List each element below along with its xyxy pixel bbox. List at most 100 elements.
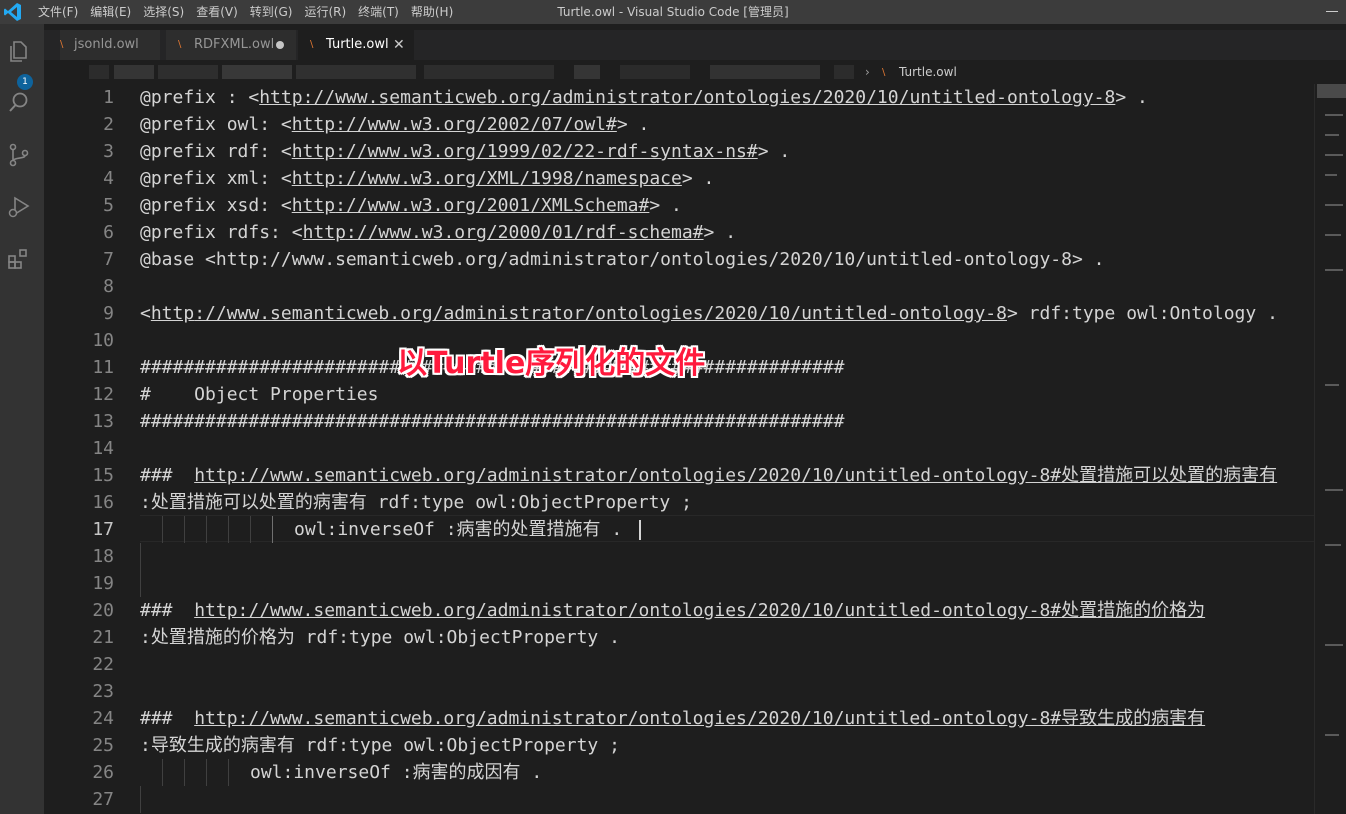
code-text: :处置措施可以处置的病害有 rdf:type owl:ObjectPropert… xyxy=(140,492,692,513)
code-line: 21 :处置措施的价格为 rdf:type owl:ObjectProperty… xyxy=(44,624,1314,651)
minimap-line xyxy=(1325,134,1339,136)
line-number: 2 xyxy=(103,114,114,135)
line-number: 3 xyxy=(103,141,114,162)
code-line: 2 @prefix owl: <http://www.w3.org/2002/0… xyxy=(44,111,1314,138)
code-text: @prefix : <http://www.semanticweb.org/ad… xyxy=(140,84,1148,111)
code-line: 13 #####################################… xyxy=(44,408,1314,435)
url-protocol: http xyxy=(291,114,336,135)
minimap[interactable] xyxy=(1314,84,1346,814)
title-bar: 文件(F) 编辑(E) 选择(S) 查看(V) 转到(G) 运行(R) 终端(T… xyxy=(0,0,1346,24)
url-link[interactable]: http://www.w3.org/2000/01/rdf-schema# xyxy=(303,222,704,243)
indent-guide xyxy=(228,759,229,786)
prefix-text: @prefix xml: < xyxy=(140,168,292,189)
minimap-line xyxy=(1325,544,1341,546)
tab-bar: \ jsonld.owl \ RDFXML.owl \ Turtle.owl ✕ xyxy=(44,30,1346,60)
breadcrumb-file[interactable]: Turtle.owl xyxy=(899,60,957,84)
line-number: 24 xyxy=(92,708,114,729)
url-link[interactable]: http://www.semanticweb.org/administrator… xyxy=(151,303,1007,324)
code-line: 26 owl:inverseOf :病害的成因有 . xyxy=(44,759,1314,786)
url-protocol: http xyxy=(291,168,336,189)
url-link[interactable]: http://www.w3.org/1999/02/22-rdf-syntax-… xyxy=(292,141,758,162)
suffix-text: > . xyxy=(616,114,650,135)
indent-guide xyxy=(228,516,229,543)
close-icon[interactable]: ✕ xyxy=(393,30,405,60)
menu-view[interactable]: 查看(V) xyxy=(190,0,244,24)
line-number: 17 xyxy=(92,519,114,540)
code-line: 7 @base <http://www.semanticweb.org/admi… xyxy=(44,246,1314,273)
code-line: 23 xyxy=(44,678,1314,705)
minimap-slider[interactable] xyxy=(1317,84,1346,98)
breadcrumb-separator: › xyxy=(865,65,870,79)
prefix-text: @prefix owl: < xyxy=(140,114,292,135)
url-rest: ://www.w3.org/1999/02/22-rdf-syntax-ns# xyxy=(335,141,758,162)
code-line: 22 xyxy=(44,651,1314,678)
code-text: @base <http://www.semanticweb.org/admini… xyxy=(140,249,1105,270)
menu-run[interactable]: 运行(R) xyxy=(298,0,352,24)
minimap-line xyxy=(1325,154,1343,156)
url-protocol: http xyxy=(291,141,336,162)
menu-file[interactable]: 文件(F) xyxy=(32,0,84,24)
overlay-caption: 以Turtle序列化的文件 xyxy=(397,346,706,381)
code-line: 24 ### http://www.semanticweb.org/admini… xyxy=(44,705,1314,732)
extensions-icon[interactable] xyxy=(6,246,32,272)
code-text: :导致生成的病害有 rdf:type owl:ObjectProperty ; xyxy=(140,735,620,756)
vscode-logo-icon[interactable] xyxy=(4,2,22,22)
menu-terminal[interactable]: 终端(T) xyxy=(352,0,405,24)
code-editor[interactable]: 1 @prefix : <http://www.semanticweb.org/… xyxy=(44,84,1314,814)
code-line: 15 ### http://www.semanticweb.org/admini… xyxy=(44,462,1314,489)
indent-guide xyxy=(272,516,273,543)
prefix-text: < xyxy=(140,303,151,324)
url-protocol: http xyxy=(259,87,303,108)
code-line: 1 @prefix : <http://www.semanticweb.org/… xyxy=(44,84,1314,111)
code-text: @prefix owl: <http://www.w3.org/2002/07/… xyxy=(140,111,649,138)
explorer-icon[interactable] xyxy=(6,38,32,64)
url-link[interactable]: http://www.semanticweb.org/administrator… xyxy=(194,600,1205,621)
search-icon[interactable] xyxy=(6,90,32,116)
menu-edit[interactable]: 编辑(E) xyxy=(84,0,137,24)
unsaved-dot-icon[interactable] xyxy=(276,41,284,49)
url-link[interactable]: http://www.semanticweb.org/administrator… xyxy=(194,708,1205,729)
url-rest: ://www.w3.org/2001/XMLSchema# xyxy=(335,195,650,216)
tab-jsonld[interactable]: \ jsonld.owl xyxy=(60,30,161,60)
tab-turtle[interactable]: \ Turtle.owl ✕ xyxy=(298,30,415,60)
indent-guide xyxy=(140,786,141,813)
indent-guide xyxy=(162,759,163,786)
source-control-icon[interactable] xyxy=(6,142,32,168)
line-number: 18 xyxy=(92,546,114,567)
tab-label: Turtle.owl xyxy=(326,37,389,52)
menu-help[interactable]: 帮助(H) xyxy=(405,0,459,24)
indent-guide xyxy=(162,516,163,543)
suffix-text: > rdf:type owl:Ontology . xyxy=(1006,303,1278,324)
code-text: @prefix xml: <http://www.w3.org/XML/1998… xyxy=(140,165,714,192)
line-number: 4 xyxy=(103,168,114,189)
breadcrumb: › \ Turtle.owl xyxy=(44,60,1346,84)
minimize-button[interactable] xyxy=(1326,11,1338,12)
explorer-badge: 1 xyxy=(17,74,33,90)
url-link[interactable]: http://www.w3.org/XML/1998/namespace xyxy=(292,168,682,189)
menu-go[interactable]: 转到(G) xyxy=(244,0,299,24)
prefix-text: ### xyxy=(140,600,195,621)
url-link[interactable]: http://www.w3.org/2001/XMLSchema# xyxy=(292,195,650,216)
indent-guide xyxy=(250,516,251,543)
url-link[interactable]: http://www.semanticweb.org/administrator… xyxy=(194,465,1277,486)
url-rest: ://www.semanticweb.org/administrator/ont… xyxy=(194,303,1007,324)
minimap-line xyxy=(1325,174,1337,176)
code-line: 12 # Object Properties xyxy=(44,381,1314,408)
code-text: owl:inverseOf :病害的处置措施有 . xyxy=(294,519,623,540)
prefix-text: ### xyxy=(140,708,195,729)
url-rest: ://www.semanticweb.org/administrator/ont… xyxy=(302,87,1116,108)
suffix-text: > . xyxy=(649,195,682,216)
redacted-path xyxy=(574,65,600,79)
suffix-text: > . xyxy=(757,141,791,162)
url-link[interactable]: http://www.w3.org/2002/07/owl# xyxy=(292,114,617,135)
indent-guide xyxy=(184,516,185,543)
tab-rdfxml[interactable]: \ RDFXML.owl xyxy=(166,30,297,60)
minimap-line xyxy=(1325,384,1339,386)
url-link[interactable]: http://www.semanticweb.org/administrator… xyxy=(259,87,1115,108)
code-text: # Object Properties xyxy=(140,384,379,405)
code-text: :处置措施的价格为 rdf:type owl:ObjectProperty . xyxy=(140,627,620,648)
menu-selection[interactable]: 选择(S) xyxy=(137,0,190,24)
run-debug-icon[interactable] xyxy=(6,194,32,220)
line-number: 16 xyxy=(92,492,114,513)
line-number: 25 xyxy=(92,735,114,756)
